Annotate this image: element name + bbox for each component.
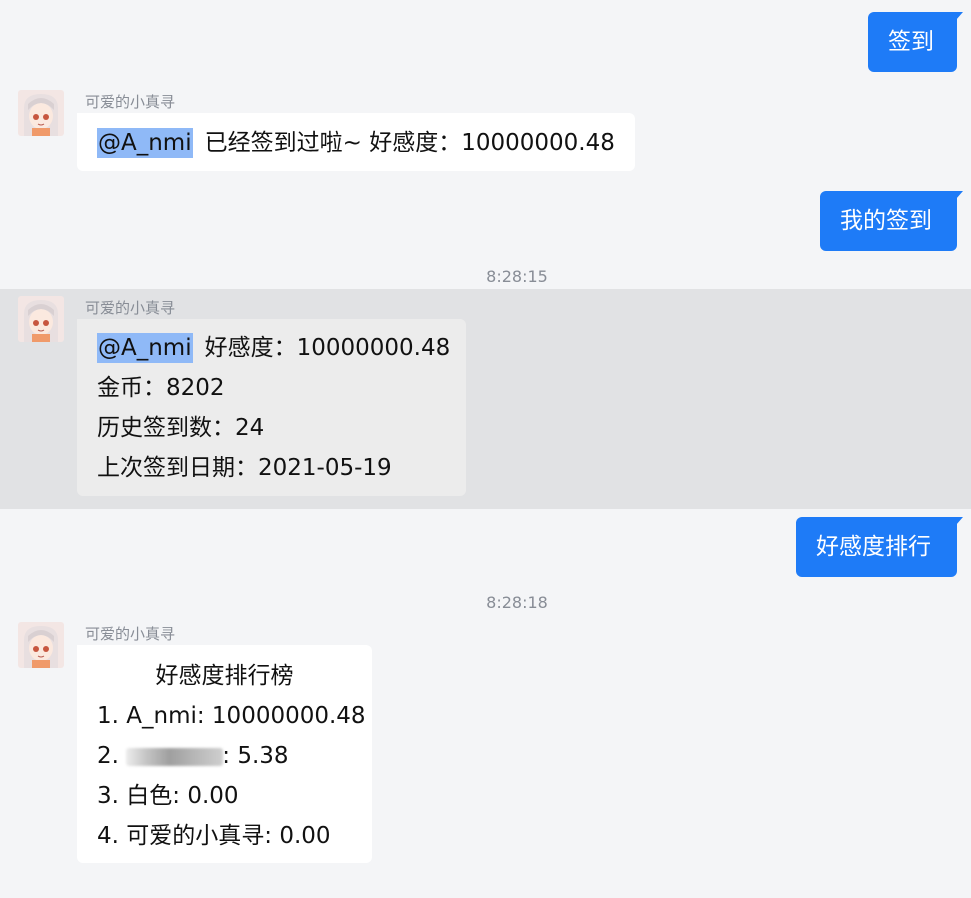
ranking-title: 好感度排行榜 xyxy=(155,663,294,689)
timestamp: 8:28:18 xyxy=(486,593,548,612)
last-sign-in-date-line: 上次签到日期：2021-05-19 xyxy=(97,455,392,481)
message-text: 好感度排行 xyxy=(816,534,931,560)
message-text: 我的签到 xyxy=(840,208,932,234)
bot-avatar[interactable] xyxy=(18,90,64,136)
message-line: @A_nmi 好感度：10000000.48 xyxy=(97,328,450,368)
sender-name: 可爱的小真寻 xyxy=(85,625,176,643)
total-sign-ins-line: 历史签到数：24 xyxy=(97,415,265,441)
sender-name: 可爱的小真寻 xyxy=(85,93,176,111)
message-text: 签到 xyxy=(888,29,934,55)
ranking-row: 2. : 5.38 xyxy=(97,736,352,776)
mention-tag[interactable]: @A_nmi xyxy=(97,333,193,363)
incoming-message-sign-in-reply[interactable]: @A_nmi 已经签到过啦~ 好感度：10000000.48 xyxy=(77,113,635,171)
ranking-row: 1. A_nmi: 10000000.48 xyxy=(97,703,366,729)
ranking-row-value: : 5.38 xyxy=(222,743,289,769)
sender-name: 可爱的小真寻 xyxy=(85,299,176,317)
anime-girl-avatar-icon xyxy=(18,90,64,136)
ranking-row-prefix: 2. xyxy=(97,743,127,769)
outgoing-message-my-sign-in[interactable]: 我的签到 xyxy=(820,191,963,251)
bot-avatar[interactable] xyxy=(18,622,64,668)
anime-girl-avatar-icon xyxy=(18,622,64,668)
message-line: @A_nmi 已经签到过啦~ 好感度：10000000.48 xyxy=(97,123,615,163)
redacted-username xyxy=(126,747,224,766)
ranking-row: 3. 白色: 0.00 xyxy=(97,783,239,809)
incoming-message-ranking-reply[interactable]: 好感度排行榜 1. A_nmi: 10000000.48 2. : 5.38 3… xyxy=(77,645,372,863)
outgoing-message-sign-in[interactable]: 签到 xyxy=(868,12,963,72)
timestamp: 8:28:15 xyxy=(486,267,548,286)
favorability-text: 好感度：10000000.48 xyxy=(204,335,451,361)
ranking-row: 4. 可爱的小真寻: 0.00 xyxy=(97,823,331,849)
anime-girl-avatar-icon xyxy=(18,296,64,342)
mention-tag[interactable]: @A_nmi xyxy=(97,128,193,158)
chat-view: 签到 可爱的小真寻 @A_nmi 已经签到过啦~ 好感度：10000000.48 … xyxy=(0,0,971,898)
message-text: 已经签到过啦~ 好感度：10000000.48 xyxy=(204,130,615,156)
outgoing-message-favorability-ranking[interactable]: 好感度排行 xyxy=(796,517,963,577)
bot-avatar[interactable] xyxy=(18,296,64,342)
coins-line: 金币：8202 xyxy=(97,375,225,401)
incoming-message-my-sign-in-reply[interactable]: @A_nmi 好感度：10000000.48 金币：8202 历史签到数：24 上… xyxy=(77,319,466,496)
